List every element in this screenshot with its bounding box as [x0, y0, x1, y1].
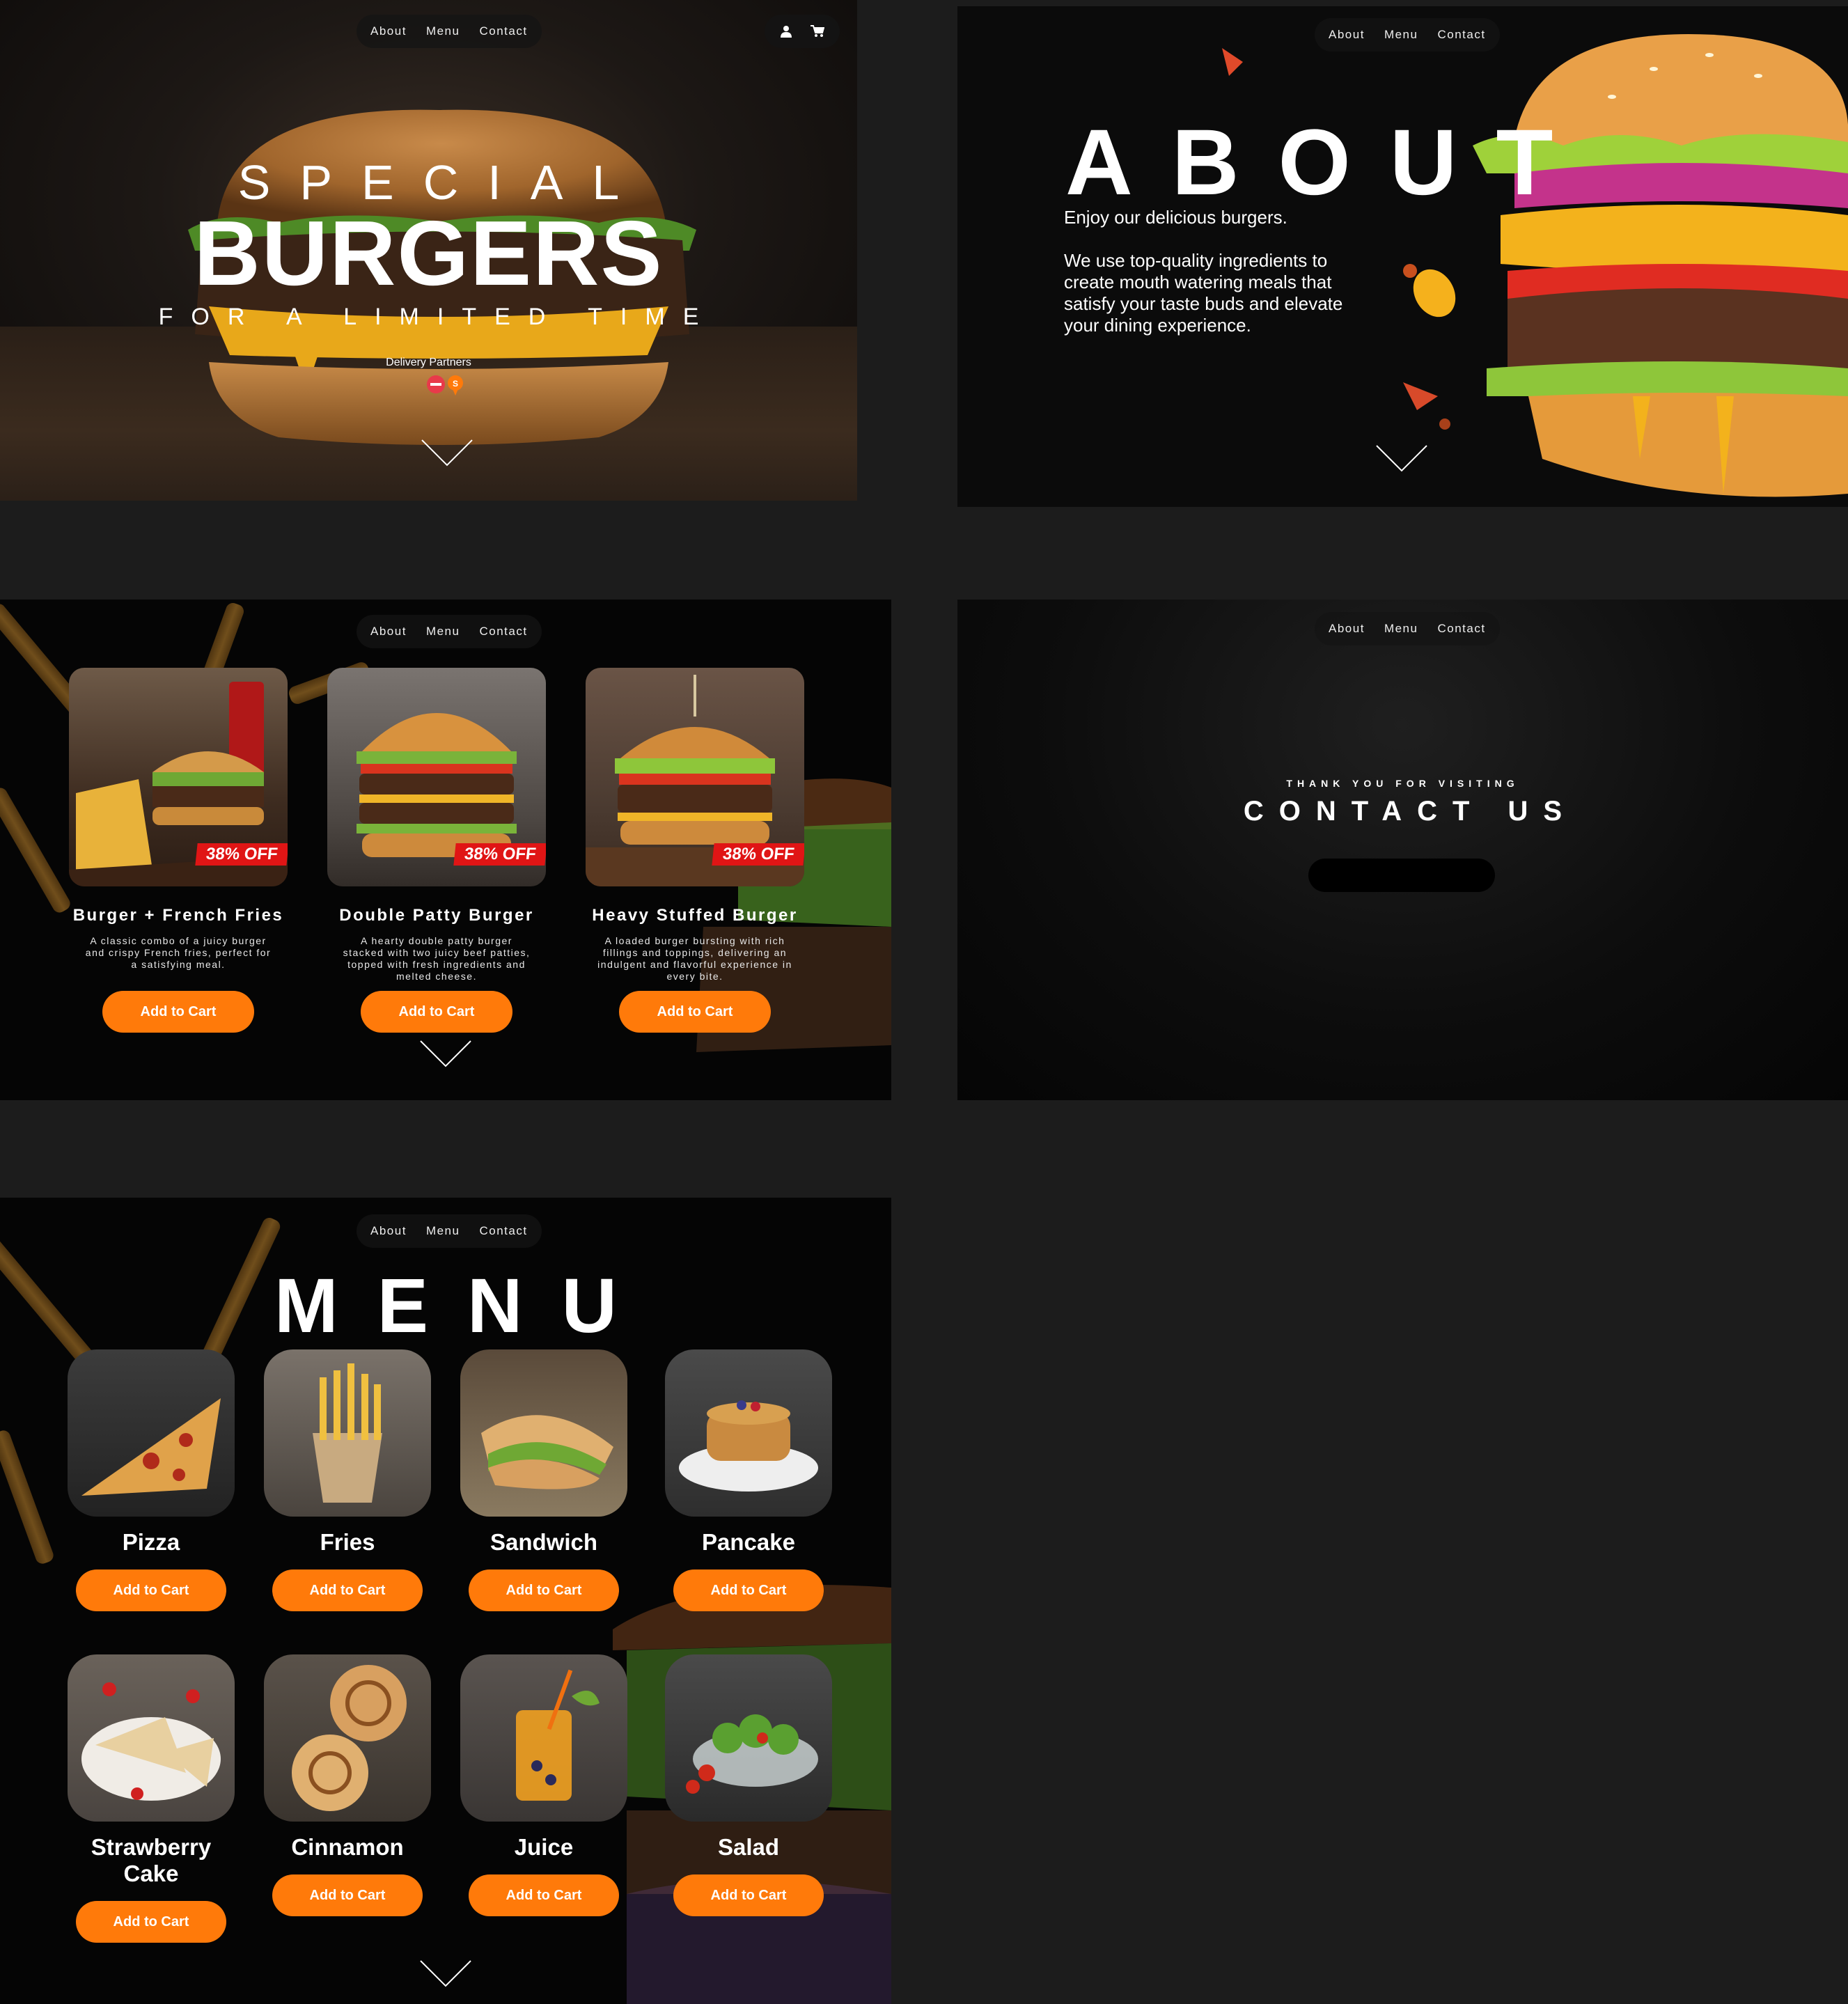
add-to-cart-button[interactable]: Add to Cart [76, 1569, 226, 1611]
add-to-cart-button[interactable]: Add to Cart [673, 1569, 824, 1611]
nav-about-link[interactable]: About [370, 625, 407, 639]
account-cart-bar [765, 15, 840, 48]
scroll-down-chevron-icon[interactable] [418, 1958, 473, 1989]
item-name: Fries [320, 1529, 375, 1555]
item-name: Juice [514, 1834, 574, 1860]
item-name: Cinnamon [291, 1834, 404, 1860]
svg-text:S: S [453, 379, 458, 389]
scroll-down-chevron-icon[interactable] [418, 1038, 473, 1069]
about-section: About Menu Contact ABOUT Enjoy our delic… [957, 6, 1848, 507]
nav-menu-link[interactable]: Menu [426, 1224, 460, 1238]
discount-badge: 38% OFF [195, 843, 288, 866]
nav-contact-link[interactable]: Contact [1437, 622, 1485, 636]
nav-menu-link[interactable]: Menu [426, 24, 460, 38]
cart-icon[interactable] [811, 25, 824, 38]
menu-item: Strawberry Cake Add to Cart [64, 1654, 238, 1943]
contact-pretitle: THANK YOU FOR VISITING [1286, 778, 1519, 789]
strawberry-cake-image [68, 1654, 235, 1822]
heavy-stuffed-burger-image: 38% OFF [586, 668, 804, 886]
cinnamon-roll-image [264, 1654, 431, 1822]
add-to-cart-button[interactable]: Add to Cart [76, 1901, 226, 1943]
about-text: Enjoy our delicious burgers. We use top-… [1064, 207, 1370, 358]
item-name: Salad [717, 1834, 780, 1860]
card-description: A loaded burger bursting with rich filli… [597, 935, 792, 982]
pizza-image [68, 1349, 235, 1517]
special-card: 38% OFF Heavy Stuffed Burger A loaded bu… [586, 668, 804, 1033]
nav-menu-link[interactable]: Menu [426, 625, 460, 639]
nav-about-link[interactable]: About [1329, 622, 1365, 636]
menu-title: MENU [274, 1263, 656, 1349]
contact-title: CONTACT US [1243, 796, 1578, 827]
special-card: 38% OFF Burger + French Fries A classic … [69, 668, 288, 1033]
menu-item: Sandwich Add to Cart [457, 1349, 631, 1611]
nav-about-link[interactable]: About [1329, 28, 1365, 42]
nav-about-link[interactable]: About [370, 1224, 407, 1238]
card-title: Heavy Stuffed Burger [592, 906, 798, 925]
card-description: A classic combo of a juicy burger and cr… [85, 935, 272, 970]
menu-item: Cinnamon Add to Cart [260, 1654, 434, 1916]
discount-badge: 38% OFF [453, 843, 546, 866]
contact-button[interactable] [1308, 859, 1495, 892]
add-to-cart-button[interactable]: Add to Cart [361, 991, 512, 1033]
contact-section: About Menu Contact THANK YOU FOR VISITIN… [957, 600, 1848, 1100]
card-title: Double Patty Burger [339, 906, 534, 925]
nav-about-link[interactable]: About [370, 24, 407, 38]
top-nav: About Menu Contact [357, 1214, 542, 1248]
pancake-image [665, 1349, 832, 1517]
top-nav: About Menu Contact [357, 615, 542, 648]
nav-menu-link[interactable]: Menu [1384, 28, 1418, 42]
about-body: We use top-quality ingredients to create… [1064, 250, 1343, 336]
item-name: Pizza [122, 1529, 180, 1555]
menu-item: Pancake Add to Cart [661, 1349, 836, 1611]
about-title: ABOUT [1065, 111, 1592, 214]
salad-image [665, 1654, 832, 1822]
sandwich-image [460, 1349, 627, 1517]
top-nav: About Menu Contact [357, 15, 542, 48]
discount-badge: 38% OFF [712, 843, 804, 866]
add-to-cart-button[interactable]: Add to Cart [469, 1569, 619, 1611]
item-name: Sandwich [490, 1529, 598, 1555]
card-title: Burger + French Fries [72, 906, 284, 925]
add-to-cart-button[interactable]: Add to Cart [272, 1874, 423, 1916]
nav-contact-link[interactable]: Contact [479, 625, 527, 639]
menu-item: Fries Add to Cart [260, 1349, 434, 1611]
scroll-down-chevron-icon[interactable] [419, 437, 475, 468]
user-icon[interactable] [780, 25, 792, 38]
menu-item: Pizza Add to Cart [64, 1349, 238, 1611]
menu-item: Juice Add to Cart [457, 1654, 631, 1916]
nav-menu-link[interactable]: Menu [1384, 622, 1418, 636]
juice-image [460, 1654, 627, 1822]
delivery-partners-label: Delivery Partners [386, 357, 471, 368]
add-to-cart-button[interactable]: Add to Cart [619, 991, 771, 1033]
add-to-cart-button[interactable]: Add to Cart [673, 1874, 824, 1916]
fries-image [264, 1349, 431, 1517]
delivery-partner-logos[interactable]: S [426, 373, 468, 397]
hero-section: About Menu Contact SPECIAL BURGERS FOR A… [0, 0, 857, 501]
specials-section: About Menu Contact 38% OFF Burger + Fren… [0, 600, 891, 1100]
special-card: 38% OFF Double Patty Burger A hearty dou… [327, 668, 546, 1033]
top-nav: About Menu Contact [1315, 18, 1500, 52]
menu-item: Salad Add to Cart [661, 1654, 836, 1916]
add-to-cart-button[interactable]: Add to Cart [272, 1569, 423, 1611]
about-intro: Enjoy our delicious burgers. [1064, 207, 1287, 228]
nav-contact-link[interactable]: Contact [479, 1224, 527, 1238]
add-to-cart-button[interactable]: Add to Cart [102, 991, 254, 1033]
hero-limited-text: FOR A LIMITED TIME [158, 304, 717, 330]
burger-fries-image: 38% OFF [69, 668, 288, 886]
item-name: Strawberry Cake [91, 1834, 212, 1886]
menu-section: About Menu Contact MENU Pizza Add to Car… [0, 1198, 891, 2004]
card-description: A hearty double patty burger stacked wit… [343, 935, 531, 982]
scroll-down-chevron-icon[interactable] [1374, 443, 1430, 473]
nav-contact-link[interactable]: Contact [479, 24, 527, 38]
hero-burgers-text: BURGERS [194, 202, 664, 304]
add-to-cart-button[interactable]: Add to Cart [469, 1874, 619, 1916]
nav-contact-link[interactable]: Contact [1437, 28, 1485, 42]
double-patty-burger-image: 38% OFF [327, 668, 546, 886]
top-nav: About Menu Contact [1315, 612, 1500, 645]
item-name: Pancake [702, 1529, 795, 1555]
